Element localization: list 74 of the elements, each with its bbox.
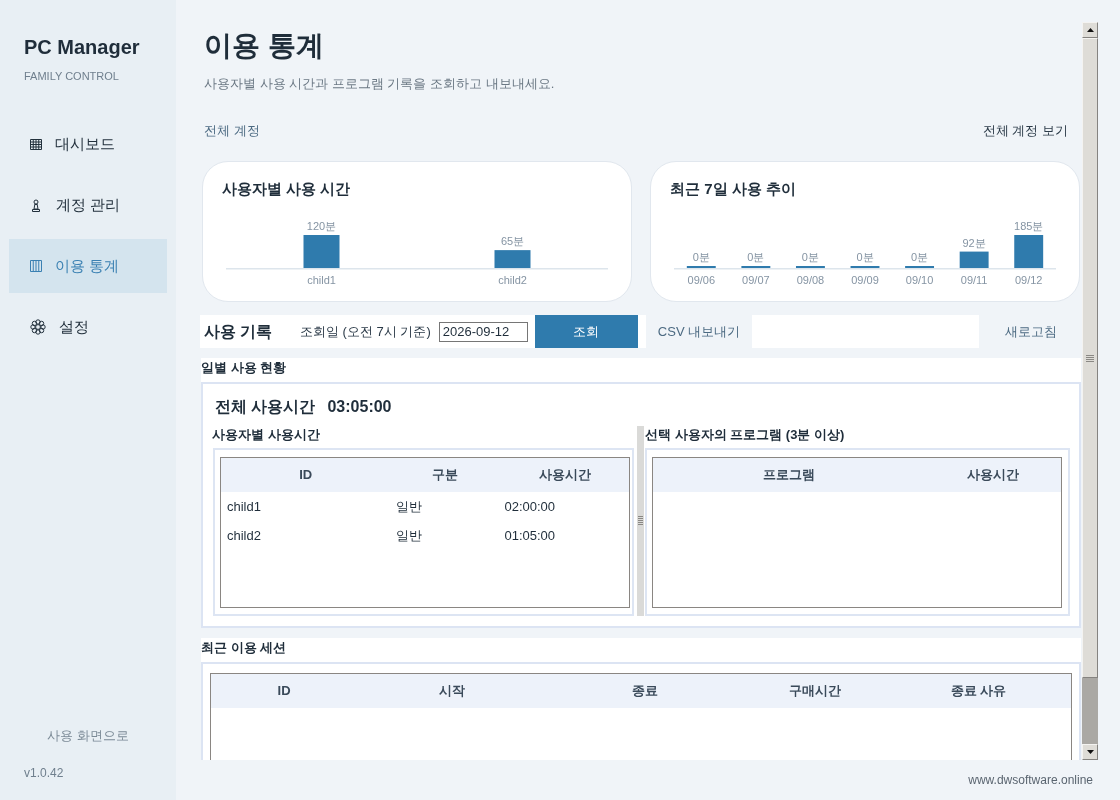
bar-value-label: 92분 [962,236,986,249]
card-title: 최근 7일 사용 추이 [670,179,797,199]
chart-bar [959,251,989,268]
settings-icon [30,319,46,335]
table-cell: child1 [221,492,391,521]
total-usage-label: 전체 사용시간 [215,397,316,417]
table-cell: 02:00:00 [500,492,629,521]
section-title: 최근 이용 세션 [201,639,288,657]
chart-bar [494,250,531,268]
category-label: 09/09 [851,274,879,286]
card-title: 사용자별 사용 시간 [222,179,352,199]
column-header[interactable]: 구분 [390,458,501,492]
refresh-button[interactable]: 새로고침 [979,315,1082,348]
category-label: 09/12 [1014,274,1043,286]
chart-bar [303,235,340,268]
up-arrow-icon [1086,28,1094,32]
column-header[interactable]: ID [221,458,391,492]
column-header[interactable]: ID [211,674,358,708]
down-arrow-icon [1086,750,1094,754]
column-header[interactable]: 프로그램 [653,458,925,492]
date-field[interactable]: 2026-09-12 [438,321,528,342]
column-header[interactable]: 종료 사유 [886,674,1071,708]
table-cell-text: child2 [226,526,262,545]
grid-icon [30,138,42,150]
app-title: PC Manager [23,35,141,60]
total-usage-value: 03:05:00 [327,397,392,417]
category-label: 09/06 [687,274,716,286]
section-title: 사용 기록 [204,321,274,342]
table-cell: 일반 [390,492,501,521]
column-header[interactable]: 종료 [546,674,745,708]
column-header[interactable]: 사용시간 [924,458,1061,492]
scroll-down-button[interactable] [1082,744,1098,760]
panel-title: 선택 사용자의 프로그램 (3분 이상) [645,426,846,444]
page-title: 이용 통계 [203,29,325,63]
bar-value-label: 0분 [856,251,874,263]
date-label: 조회일 (오전 7시 기준) [300,322,431,341]
version-text: v1.0.42 [23,765,64,781]
category-label: 09/10 [905,274,934,286]
bar-value-label: 0분 [801,251,819,263]
category-label: 09/07 [742,274,770,286]
column-header[interactable]: 구매시간 [744,674,887,708]
export-csv-button[interactable]: CSV 내보내기 [646,315,752,348]
category-label: child2 [498,274,527,286]
columns-icon [30,260,42,272]
query-button[interactable]: 조회 [534,315,638,348]
sidebar-item[interactable]: 계정 관리 [9,178,167,232]
table-cell-text: 01:05:00 [503,526,557,545]
page-subtitle: 사용자별 사용 시간과 프로그램 기록을 조회하고 내보내세요. [203,75,556,93]
sidebar-item[interactable]: 설정 [9,300,167,354]
section-title: 일별 사용 현황 [201,359,288,377]
website-text: www.dwsoftware.online [968,772,1093,789]
column-header[interactable]: 사용시간 [500,458,629,492]
view-all-accounts-link[interactable]: 전체 계정 보기 [982,121,1068,141]
scope-label: 전체 계정 [204,122,260,140]
app-subtitle: FAMILY CONTROL [23,69,120,84]
sidebar-item[interactable]: 대시보드 [9,117,167,171]
panel-title: 사용자별 사용시간 [212,426,321,444]
grip-icon [638,516,643,526]
category-label: 09/11 [960,274,988,286]
bar-value-label: 0분 [911,251,929,263]
bar-value-label: 0분 [692,251,710,263]
chart-bar [1014,235,1044,268]
category-label: child1 [307,274,336,286]
bar-value-label: 0분 [747,251,765,263]
scroll-up-button[interactable] [1082,22,1098,38]
splitter-handle[interactable] [637,426,644,616]
category-label: 09/08 [796,274,825,286]
bar-value-label: 65분 [500,235,525,248]
table-cell-text: 일반 [395,526,424,545]
bar-value-label: 120분 [306,220,337,232]
pawn-icon [31,198,41,212]
bar-value-label: 185분 [1014,220,1044,232]
grip-icon [1086,354,1094,362]
column-header[interactable]: 시작 [357,674,547,708]
